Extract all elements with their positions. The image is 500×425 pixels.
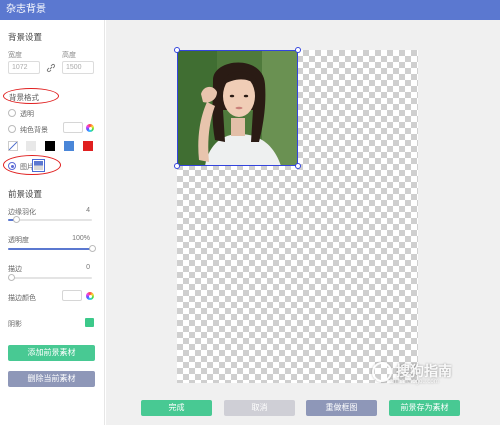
resize-handle-bottom-left[interactable] xyxy=(174,163,180,169)
stroke-color-label: 描边颜色 xyxy=(8,295,36,302)
height-input[interactable]: 1500 xyxy=(62,61,94,74)
radio-transparent[interactable] xyxy=(8,109,16,117)
solid-color-picker[interactable] xyxy=(63,122,83,133)
option-transparent-label: 透明 xyxy=(20,111,34,118)
background-settings-title: 背景设置 xyxy=(8,32,43,42)
stroke-value: 0 xyxy=(86,264,90,271)
option-solid-label: 纯色背景 xyxy=(20,127,48,134)
feather-label: 边缘羽化 xyxy=(8,209,36,216)
color-wheel-icon[interactable] xyxy=(86,292,94,300)
width-input[interactable]: 1072 xyxy=(8,61,40,74)
resize-handle-top-left[interactable] xyxy=(174,47,180,53)
opacity-slider[interactable] xyxy=(8,245,96,252)
resize-handle-bottom-right[interactable] xyxy=(295,163,301,169)
stroke-color-picker[interactable] xyxy=(62,290,82,301)
opacity-fill xyxy=(8,248,92,250)
opacity-thumb[interactable] xyxy=(89,245,96,252)
save-foreground-button[interactable]: 前景存为素材 xyxy=(389,400,460,416)
app-title: 杂志背景 xyxy=(6,4,46,15)
link-aspect-icon[interactable] xyxy=(46,63,56,73)
watermark-url: zhinan.sogou.com xyxy=(390,379,439,385)
opacity-value: 100% xyxy=(72,235,90,242)
stroke-label: 描边 xyxy=(8,266,22,273)
foreground-settings-title: 前景设置 xyxy=(8,189,43,199)
add-foreground-button[interactable]: 添加前景素材 xyxy=(8,345,95,361)
feather-slider[interactable] xyxy=(8,216,92,223)
watermark-brand: 搜狗指南 xyxy=(396,363,452,379)
shadow-label: 阴影 xyxy=(8,321,22,328)
color-wheel-icon[interactable] xyxy=(86,124,94,132)
swatch-black[interactable] xyxy=(45,141,55,151)
reset-frame-button[interactable]: 重做框图 xyxy=(306,400,377,416)
selection-frame[interactable] xyxy=(177,50,298,166)
width-label: 宽度 xyxy=(8,52,22,59)
stroke-slider[interactable] xyxy=(8,274,92,281)
swatch-red[interactable] xyxy=(83,141,93,151)
settings-panel: 背景设置 宽度 高度 1072 1500 背景格式 透明 纯色背景 图片 前景设… xyxy=(0,20,105,425)
annotation-ellipse xyxy=(3,155,61,175)
done-button[interactable]: 完成 xyxy=(141,400,212,416)
cancel-button[interactable]: 取消 xyxy=(224,400,295,416)
delete-material-button[interactable]: 删除当前素材 xyxy=(8,371,95,387)
swatch-blue[interactable] xyxy=(64,141,74,151)
shadow-toggle[interactable] xyxy=(85,318,94,327)
app-title-bar: 杂志背景 xyxy=(0,0,500,20)
stroke-thumb[interactable] xyxy=(8,274,15,281)
feather-value: 4 xyxy=(86,207,90,214)
height-label: 高度 xyxy=(62,52,76,59)
feather-thumb[interactable] xyxy=(13,216,21,223)
swatch-none[interactable] xyxy=(8,141,18,151)
resize-handle-top-right[interactable] xyxy=(295,47,301,53)
radio-solid[interactable] xyxy=(8,125,16,133)
swatch-light[interactable] xyxy=(26,141,36,151)
opacity-label: 透明度 xyxy=(8,237,29,244)
sogou-logo-icon xyxy=(372,362,392,382)
annotation-ellipse xyxy=(3,88,59,104)
